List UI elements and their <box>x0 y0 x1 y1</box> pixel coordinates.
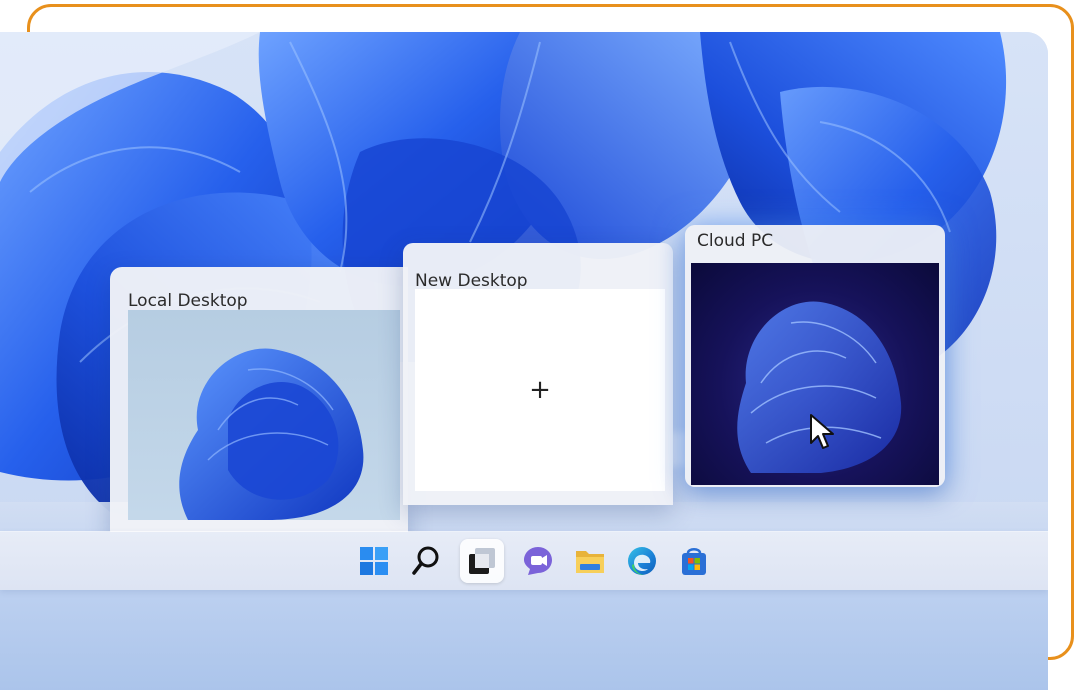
taskbar-start-button[interactable] <box>352 539 396 583</box>
local-desktop-title: Local Desktop <box>128 291 248 311</box>
local-desktop-thumbnail[interactable] <box>128 310 400 520</box>
desktop-screen: Local Desktop New Desktop + Cloud PC <box>0 32 1048 690</box>
microsoft-store-icon <box>682 548 706 575</box>
desktop-switcher: Local Desktop New Desktop + Cloud PC <box>110 225 945 548</box>
mouse-cursor-icon <box>810 414 834 449</box>
taskbar-store-button[interactable] <box>672 539 716 583</box>
plus-icon[interactable]: + <box>529 375 551 405</box>
search-icon <box>412 546 439 575</box>
cloud-pc-title: Cloud PC <box>697 231 774 251</box>
new-desktop-title: New Desktop <box>415 271 528 291</box>
taskbar-search-button[interactable] <box>404 539 448 583</box>
new-desktop-card[interactable]: New Desktop + <box>403 243 673 505</box>
taskbar-task-view-button[interactable] <box>460 539 504 583</box>
taskbar-edge-button[interactable] <box>620 539 664 583</box>
cloud-pc-thumbnail[interactable] <box>691 263 939 485</box>
file-explorer-icon <box>576 551 604 573</box>
local-desktop-card[interactable]: Local Desktop <box>110 267 408 548</box>
task-view-icon <box>469 548 495 574</box>
windows-start-icon <box>360 547 388 575</box>
new-desktop-add-area[interactable]: + <box>415 289 665 491</box>
taskbar-chat-button[interactable] <box>516 539 560 583</box>
teams-chat-icon <box>524 547 552 575</box>
edge-browser-icon <box>628 547 656 575</box>
cloud-pc-card[interactable]: Cloud PC <box>685 225 945 487</box>
taskbar-file-explorer-button[interactable] <box>568 539 612 583</box>
bloom-thumbnail-image <box>179 348 364 520</box>
